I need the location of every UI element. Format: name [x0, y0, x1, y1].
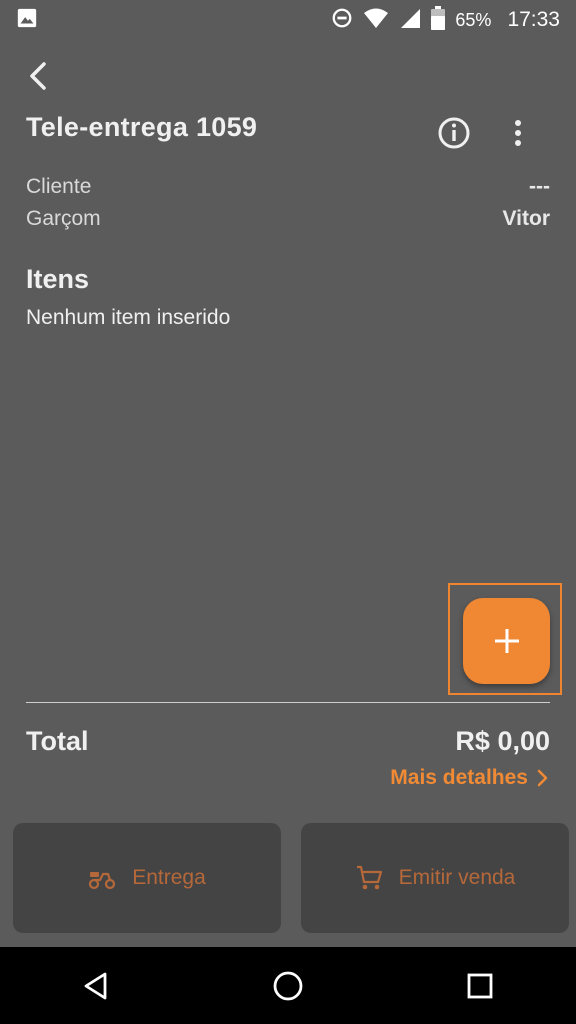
nav-recents-button[interactable] — [450, 956, 510, 1016]
status-bar: 65% 17:33 — [0, 0, 576, 40]
image-icon — [16, 7, 38, 34]
home-circle-icon — [273, 971, 303, 1000]
info-button[interactable] — [436, 115, 472, 151]
signal-icon — [399, 7, 421, 34]
battery-percent: 65% — [455, 9, 492, 30]
chevron-right-icon — [537, 769, 548, 787]
back-button[interactable] — [22, 58, 58, 94]
waiter-label: Garçom — [26, 207, 101, 230]
more-vert-icon — [515, 120, 521, 146]
nav-back-button[interactable] — [66, 956, 126, 1016]
back-triangle-icon — [84, 972, 107, 999]
more-options-button[interactable] — [500, 115, 536, 151]
system-navigation-bar — [0, 947, 576, 1024]
recents-square-icon — [467, 973, 493, 998]
delivery-button[interactable]: Entrega — [13, 823, 281, 933]
client-row: Cliente --- — [26, 175, 550, 199]
delivery-label: Entrega — [132, 866, 206, 889]
do-not-disturb-icon — [331, 7, 353, 34]
info-icon — [438, 117, 470, 149]
emit-sale-label: Emitir venda — [398, 866, 516, 889]
cart-icon — [356, 865, 382, 890]
battery-icon — [431, 5, 446, 35]
wifi-icon — [363, 7, 389, 34]
items-empty-message: Nenhum item inserido — [26, 306, 231, 329]
more-details-link[interactable]: Mais detalhes — [390, 766, 550, 790]
status-indicators: 65% 17:33 — [331, 5, 560, 35]
items-title: Itens — [26, 264, 90, 294]
add-item-button[interactable] — [463, 598, 550, 684]
emit-sale-button[interactable]: Emitir venda — [301, 823, 569, 933]
nav-home-button[interactable] — [258, 956, 318, 1016]
total-value: R$ 0,00 — [455, 726, 550, 756]
total-label: Total — [26, 726, 89, 756]
page-title: Tele-entrega 1059 — [26, 112, 258, 142]
divider — [26, 702, 550, 703]
clock: 17:33 — [507, 8, 560, 31]
waiter-value: Vitor — [502, 207, 550, 230]
more-details-label: Mais detalhes — [390, 766, 528, 789]
client-label: Cliente — [26, 175, 92, 198]
back-arrow-icon — [30, 62, 46, 90]
scooter-icon — [89, 872, 116, 890]
waiter-row: Garçom Vitor — [26, 207, 550, 231]
client-value: --- — [529, 175, 550, 198]
plus-icon — [494, 629, 519, 653]
